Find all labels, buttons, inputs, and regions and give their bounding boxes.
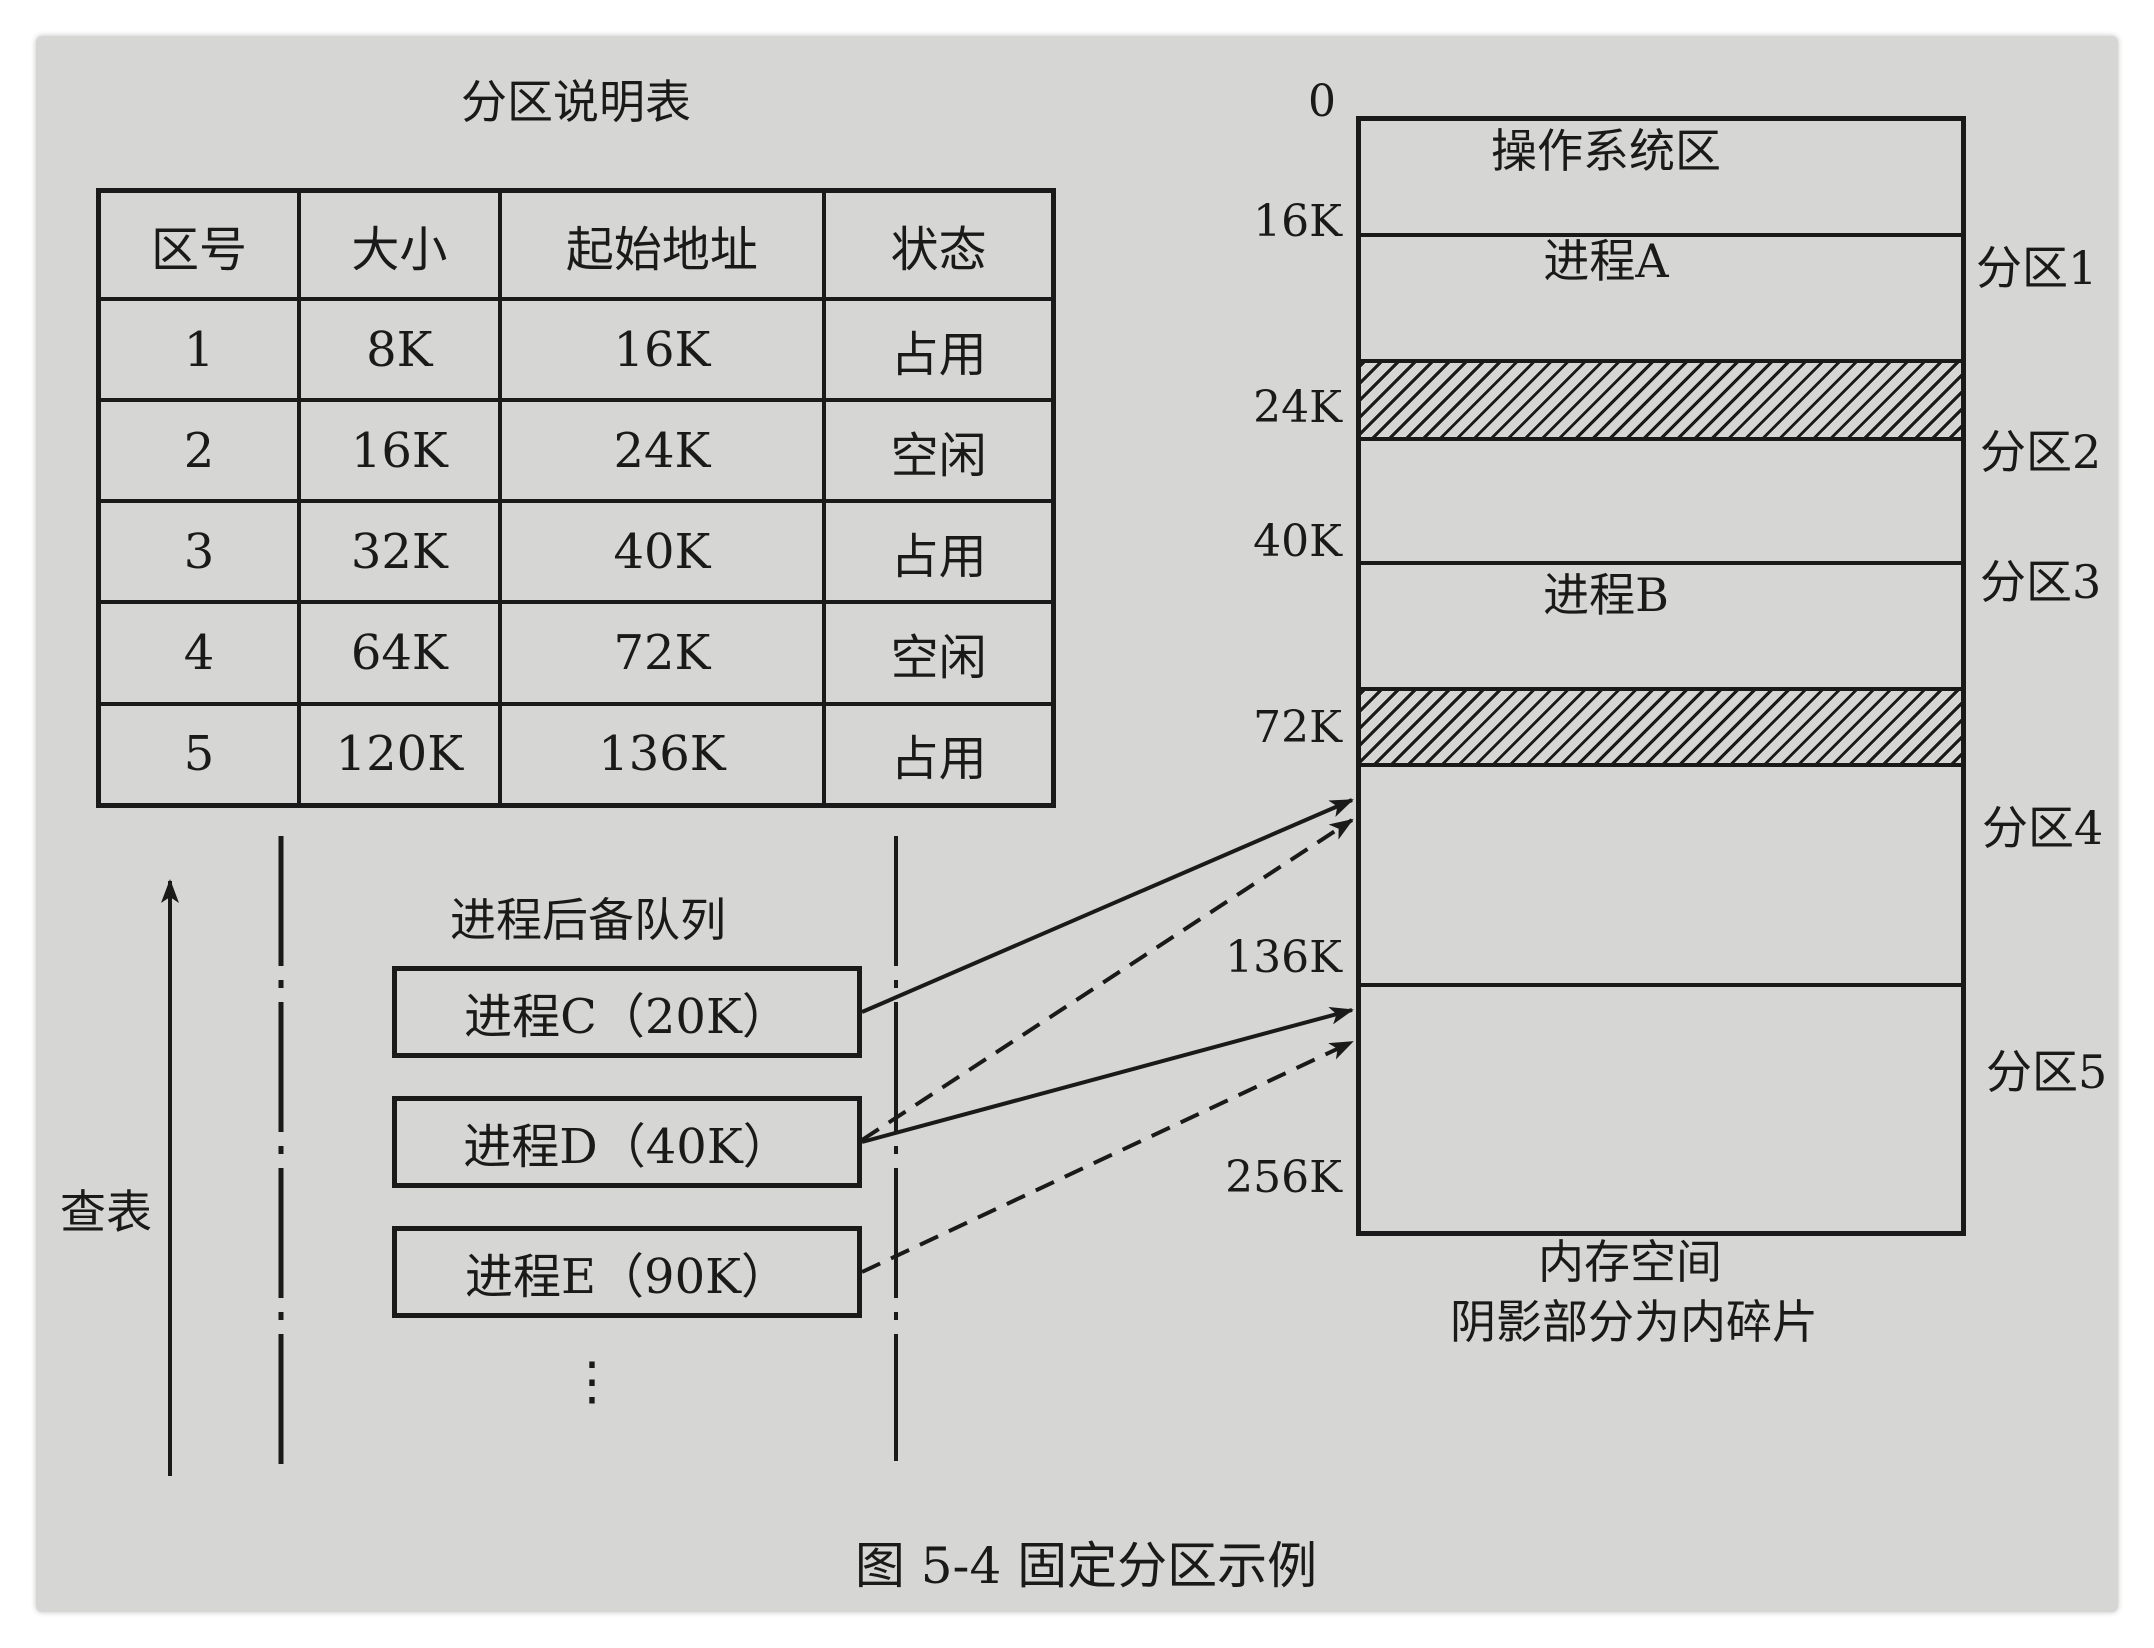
connector-overlay bbox=[161, 798, 1354, 1476]
figure-photo: 分区说明表 区号 大小 起始地址 状态 1 8K 16K 占用 2 16K 24… bbox=[36, 36, 2118, 1612]
